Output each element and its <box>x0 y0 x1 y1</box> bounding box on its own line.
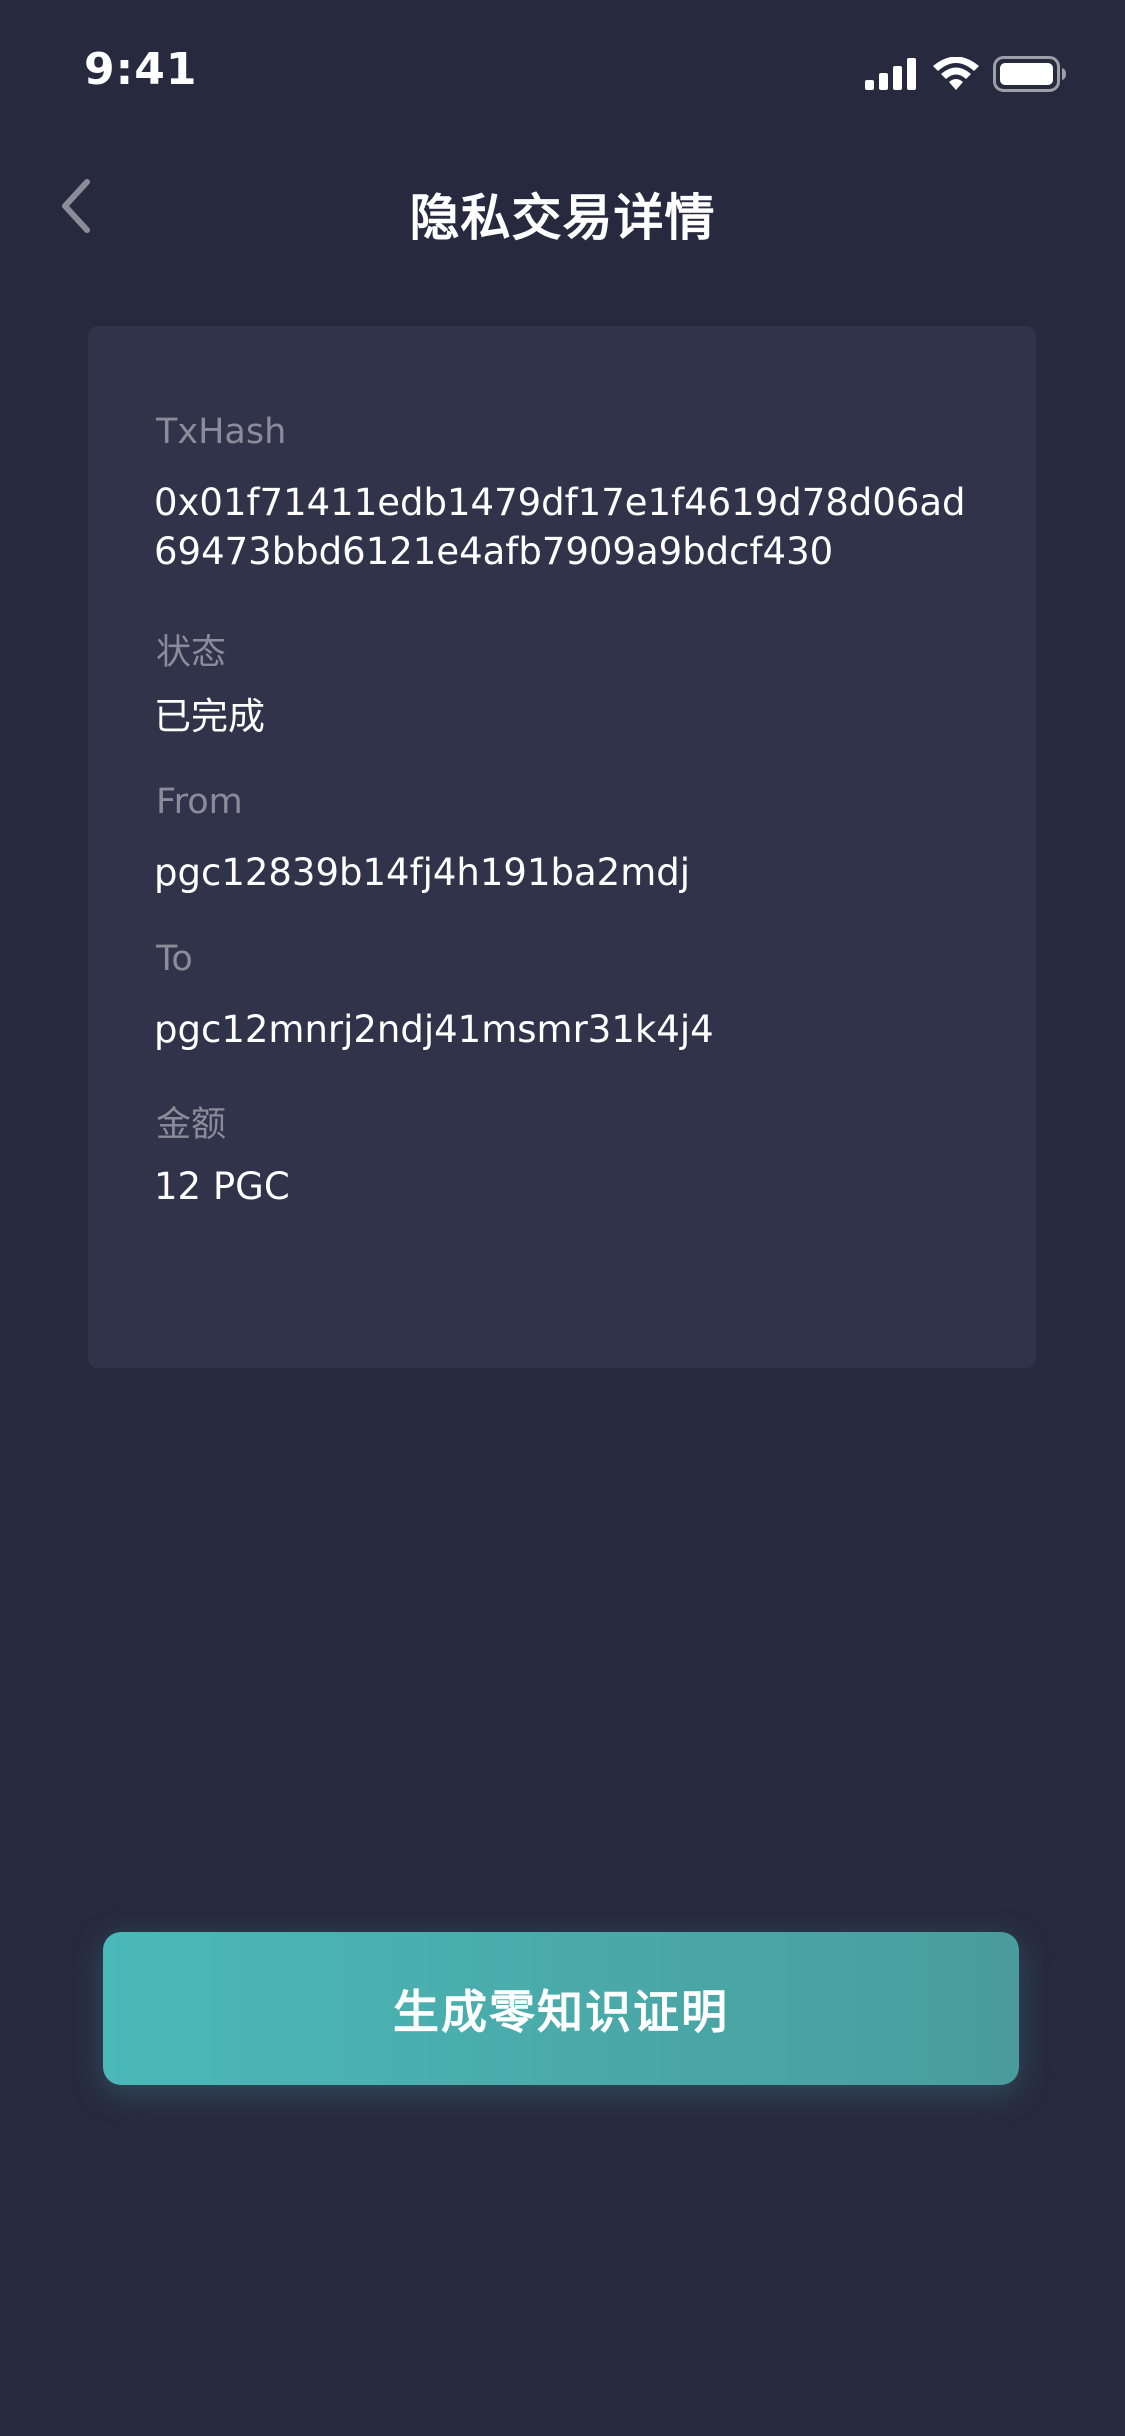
wifi-icon <box>933 56 979 95</box>
txhash-value: 0x01f71411edb1479df17e1f4619d78d06ad6947… <box>154 481 966 573</box>
status-bar: 9:41 <box>0 0 1125 132</box>
transaction-detail-card: TxHash 0x01f71411edb1479df17e1f4619d78d0… <box>88 326 1036 1368</box>
from-label: From <box>156 782 243 822</box>
battery-icon <box>993 56 1067 96</box>
to-address-value: pgc12mnrj2ndj41msmr31k4j4 <box>154 1008 714 1051</box>
txhash-label: TxHash <box>156 412 287 452</box>
page-title: 隐私交易详情 <box>409 189 716 247</box>
status-label: 状态 <box>156 633 227 673</box>
status-icons <box>865 56 1067 96</box>
generate-zk-proof-button[interactable]: 生成零知识证明 <box>103 1932 1019 2085</box>
nav-bar: 隐私交易详情 <box>0 150 1125 266</box>
signal-icon <box>865 58 919 94</box>
status-time: 9:41 <box>84 44 198 95</box>
amount-value: 12 PGC <box>154 1165 290 1208</box>
generate-zk-proof-label: 生成零知识证明 <box>393 1984 729 2039</box>
amount-label: 金额 <box>156 1105 227 1145</box>
from-address-value: pgc12839b14fj4h191ba2mdj <box>154 851 691 894</box>
to-label: To <box>156 939 193 979</box>
status-value: 已完成 <box>154 695 265 738</box>
